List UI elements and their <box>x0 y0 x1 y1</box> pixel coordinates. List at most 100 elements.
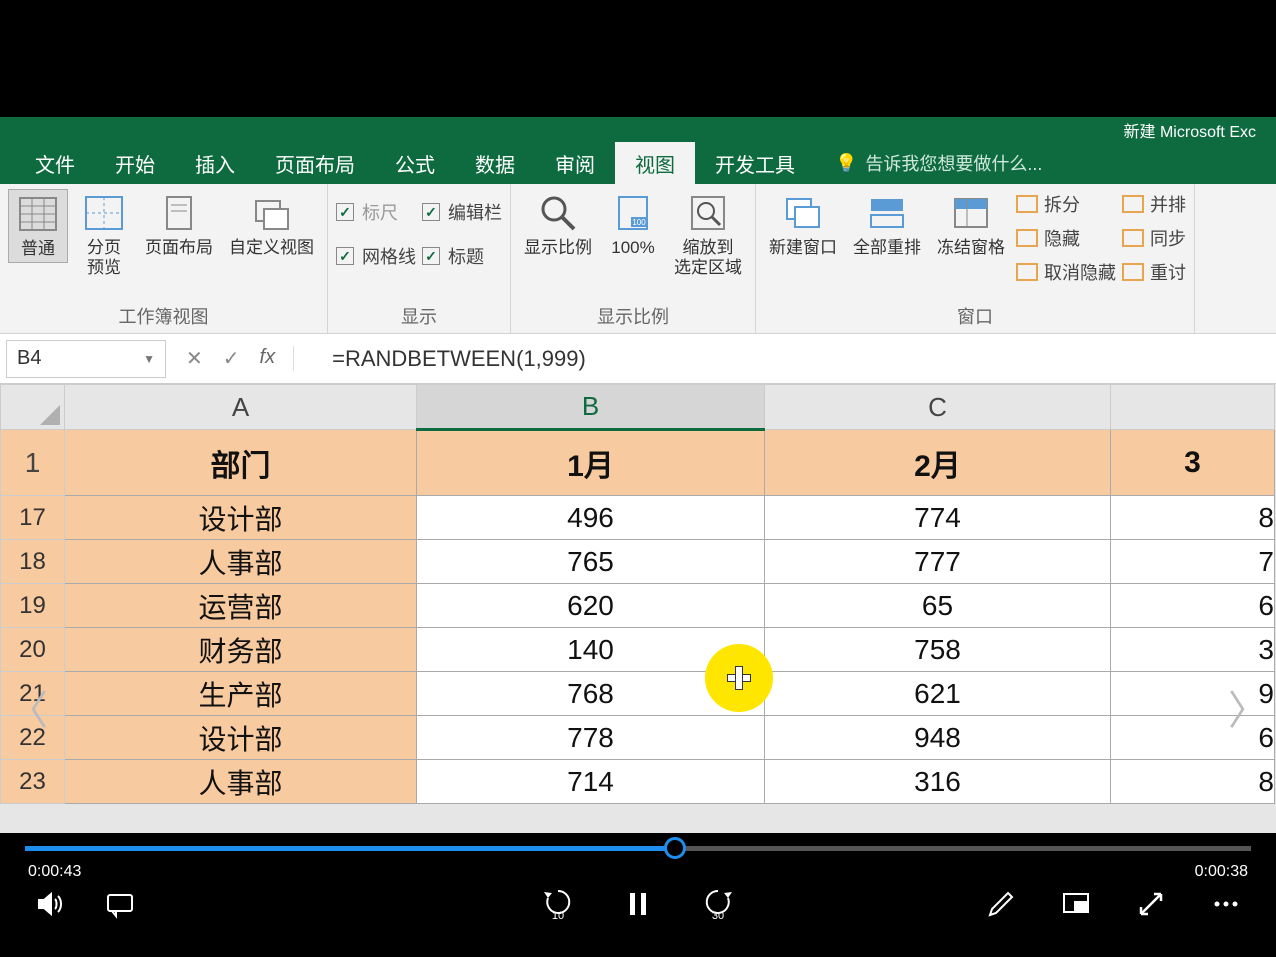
cell[interactable]: 948 <box>765 716 1111 760</box>
unhide-button[interactable]: 取消隐藏 <box>1016 259 1116 285</box>
progress-thumb[interactable] <box>664 837 686 859</box>
pause-button[interactable] <box>623 889 653 919</box>
tab-home[interactable]: 开始 <box>95 142 175 184</box>
svg-text:100: 100 <box>632 218 646 227</box>
cell[interactable]: 714 <box>417 760 765 804</box>
cell[interactable]: 765 <box>417 540 765 584</box>
arrange-all-icon <box>866 192 908 234</box>
cell[interactable]: 758 <box>765 628 1111 672</box>
page-layout-button[interactable]: 页面布局 <box>140 189 218 261</box>
hide-button[interactable]: 隐藏 <box>1016 225 1116 251</box>
custom-views-icon <box>251 192 293 234</box>
cell[interactable]: 65 <box>765 584 1111 628</box>
cell[interactable]: 316 <box>765 760 1111 804</box>
new-window-button[interactable]: 新建窗口 <box>764 189 842 261</box>
arrange-all-button[interactable]: 全部重排 <box>848 189 926 261</box>
cell[interactable]: 8 <box>1111 760 1275 804</box>
cell[interactable]: 财务部 <box>65 628 417 672</box>
cell[interactable]: 620 <box>417 584 765 628</box>
cell[interactable]: 部门 <box>65 430 417 496</box>
cell[interactable]: 777 <box>765 540 1111 584</box>
volume-icon[interactable] <box>35 889 65 919</box>
cell[interactable]: 人事部 <box>65 760 417 804</box>
formula-bar: B4 ▼ ✕ ✓ fx =RANDBETWEEN(1,999) <box>0 334 1276 384</box>
row-header[interactable]: 19 <box>1 584 65 628</box>
freeze-panes-button[interactable]: 冻结窗格 <box>932 189 1010 261</box>
group-window: 新建窗口 全部重排 冻结窗格 拆分 隐藏 取消隐藏 <box>756 184 1195 333</box>
name-box[interactable]: B4 ▼ <box>6 340 166 378</box>
row-header[interactable]: 23 <box>1 760 65 804</box>
row-header[interactable]: 1 <box>1 430 65 496</box>
subtitles-icon[interactable] <box>105 889 135 919</box>
skip-forward-button[interactable]: 30 <box>703 887 733 922</box>
tab-view[interactable]: 视图 <box>615 142 695 184</box>
formula-bar-checkbox[interactable]: ✓编辑栏 <box>422 199 502 225</box>
tab-formulas[interactable]: 公式 <box>375 142 455 184</box>
formula-input[interactable]: =RANDBETWEEN(1,999) <box>314 346 1270 372</box>
cell[interactable]: 设计部 <box>65 716 417 760</box>
scroll-right-icon[interactable]: 〉 <box>1228 678 1268 736</box>
cursor-highlight <box>705 644 773 712</box>
cell[interactable]: 1月 <box>417 430 765 496</box>
tab-file[interactable]: 文件 <box>15 142 95 184</box>
mini-player-icon[interactable] <box>1061 889 1091 919</box>
sync-scroll-button[interactable]: 同步 <box>1122 225 1186 251</box>
zoom-100-button[interactable]: 100 100% <box>603 189 663 261</box>
reset-position-button[interactable]: 重讨 <box>1122 259 1186 285</box>
column-header-C[interactable]: C <box>765 385 1111 430</box>
tab-data[interactable]: 数据 <box>455 142 535 184</box>
split-button[interactable]: 拆分 <box>1016 191 1116 217</box>
row-header[interactable]: 17 <box>1 496 65 540</box>
enter-formula-icon[interactable]: ✓ <box>223 346 240 371</box>
cell[interactable]: 8 <box>1111 496 1275 540</box>
skip-back-button[interactable]: 10 <box>543 887 573 922</box>
tab-page-layout[interactable]: 页面布局 <box>255 142 375 184</box>
column-header-D[interactable] <box>1111 385 1275 430</box>
fullscreen-icon[interactable] <box>1136 889 1166 919</box>
cell[interactable]: 621 <box>765 672 1111 716</box>
cell[interactable]: 2月 <box>765 430 1111 496</box>
ruler-checkbox[interactable]: ✓标尺 <box>336 199 416 225</box>
tell-me-search[interactable]: 💡 告诉我您想要做什么... <box>835 142 1042 184</box>
group-label-zoom: 显示比例 <box>519 303 747 333</box>
scroll-left-icon[interactable]: 〈 <box>8 678 48 736</box>
cell[interactable]: 774 <box>765 496 1111 540</box>
tab-developer[interactable]: 开发工具 <box>695 142 815 184</box>
select-all-corner[interactable] <box>1 385 65 430</box>
page-break-preview-button[interactable]: 分页 预览 <box>74 189 134 282</box>
spreadsheet-grid[interactable]: A B C 1 部门 1月 2月 3 17设计部496774818人事部7657… <box>0 384 1275 804</box>
side-by-side-button[interactable]: 并排 <box>1122 191 1186 217</box>
cell[interactable]: 设计部 <box>65 496 417 540</box>
zoom-selection-button[interactable]: 缩放到 选定区域 <box>669 189 747 282</box>
cell[interactable]: 人事部 <box>65 540 417 584</box>
row-header[interactable]: 20 <box>1 628 65 672</box>
page-break-icon <box>83 192 125 234</box>
more-options-icon[interactable] <box>1211 889 1241 919</box>
progress-bar[interactable] <box>0 833 1276 863</box>
column-header-A[interactable]: A <box>65 385 417 430</box>
video-player-controls: 0:00:43 0:00:38 10 30 <box>0 833 1276 957</box>
page-layout-icon <box>158 192 200 234</box>
gridlines-checkbox[interactable]: ✓网格线 <box>336 243 416 269</box>
cell[interactable]: 496 <box>417 496 765 540</box>
cell[interactable]: 3 <box>1111 628 1275 672</box>
cancel-formula-icon[interactable]: ✕ <box>186 346 203 371</box>
zoom-button[interactable]: 显示比例 <box>519 189 597 261</box>
tab-insert[interactable]: 插入 <box>175 142 255 184</box>
cell[interactable]: 778 <box>417 716 765 760</box>
unhide-icon <box>1016 263 1038 281</box>
edit-icon[interactable] <box>986 889 1016 919</box>
title-bar: 新建 Microsoft Exc <box>0 117 1276 142</box>
cell[interactable]: 运营部 <box>65 584 417 628</box>
cell[interactable]: 生产部 <box>65 672 417 716</box>
cell[interactable]: 3 <box>1111 430 1275 496</box>
normal-view-button[interactable]: 普通 <box>8 189 68 263</box>
custom-views-button[interactable]: 自定义视图 <box>224 189 319 261</box>
cell[interactable]: 7 <box>1111 540 1275 584</box>
column-header-B[interactable]: B <box>417 385 765 430</box>
row-header[interactable]: 18 <box>1 540 65 584</box>
headings-checkbox[interactable]: ✓标题 <box>422 243 502 269</box>
cell[interactable]: 6 <box>1111 584 1275 628</box>
tab-review[interactable]: 审阅 <box>535 142 615 184</box>
fx-button[interactable]: fx <box>260 346 295 371</box>
